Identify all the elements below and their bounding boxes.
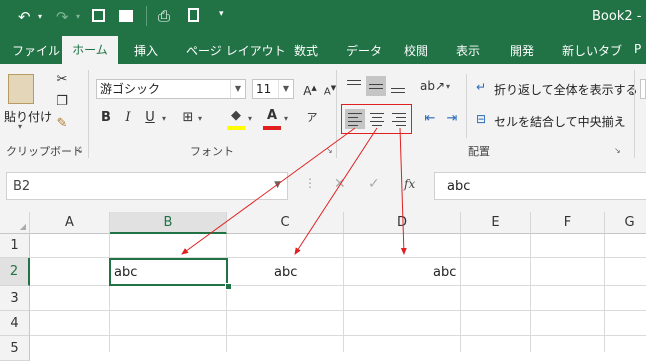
annotation-arrow-right	[399, 127, 407, 255]
annotation-arrow-left	[181, 127, 356, 255]
annotation-arrows	[181, 127, 407, 255]
annotation-arrow-center	[294, 127, 378, 255]
